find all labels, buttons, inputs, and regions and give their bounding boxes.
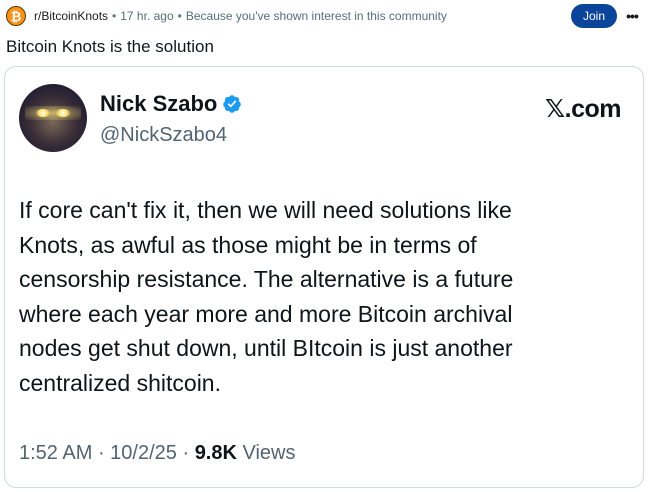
- meta-separator: •: [112, 9, 117, 23]
- tweet-time: 1:52 AM: [19, 442, 93, 464]
- subreddit-icon[interactable]: ₿: [6, 6, 26, 26]
- more-options-icon[interactable]: •••: [622, 6, 642, 26]
- post-header: ₿ r/BitcoinKnots • 17 hr. ago • Because …: [6, 4, 646, 28]
- tweet-footer: 1:52 AM · 10/2/25 · 9.8K Views: [19, 442, 296, 465]
- join-button[interactable]: Join: [571, 4, 617, 28]
- x-logo: 𝕏.com: [545, 95, 622, 123]
- author-name-text: Nick Szabo: [100, 91, 218, 116]
- verified-badge-icon: [223, 95, 242, 113]
- post-title[interactable]: Bitcoin Knots is the solution: [6, 37, 214, 57]
- tweet-image[interactable]: Nick Szabo @NickSzabo4 𝕏.com If core can…: [4, 66, 644, 488]
- footer-separator: ·: [182, 442, 195, 464]
- meta-separator: •: [177, 9, 182, 23]
- recommendation-reason: Because you've shown interest in this co…: [185, 9, 447, 23]
- tweet-text: If core can't fix it, then we will need …: [19, 197, 514, 396]
- tweet-date: 10/2/25: [110, 442, 177, 464]
- views-label: Views: [242, 442, 296, 464]
- post-time[interactable]: 17 hr. ago: [120, 9, 173, 23]
- views-count: 9.8K: [194, 442, 237, 464]
- tweet-author-name: Nick Szabo: [100, 91, 242, 117]
- footer-separator: ·: [97, 442, 111, 464]
- subreddit-link[interactable]: r/BitcoinKnots: [34, 9, 108, 23]
- avatar: [19, 84, 87, 152]
- post-meta: r/BitcoinKnots • 17 hr. ago • Because yo…: [34, 9, 447, 23]
- tweet-handle: @NickSzabo4: [100, 124, 228, 146]
